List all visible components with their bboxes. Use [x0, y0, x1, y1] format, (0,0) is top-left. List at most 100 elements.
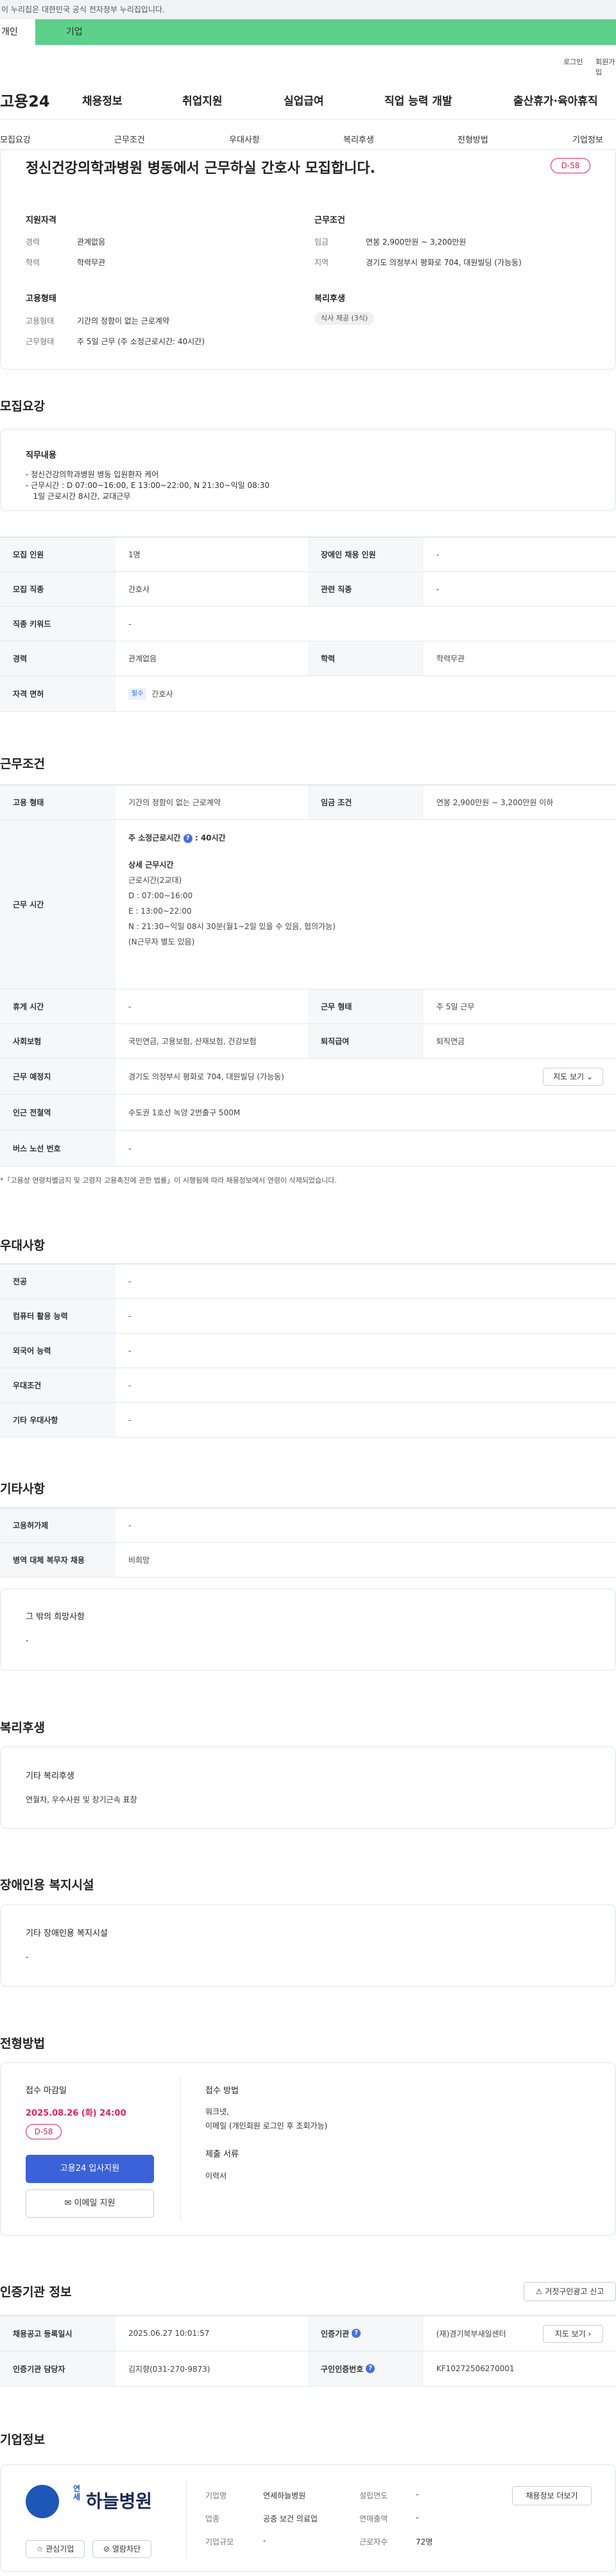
tab-company[interactable]: 기업: [35, 19, 616, 45]
mail-icon: ✉: [64, 2198, 72, 2208]
table-header: 경력: [0, 641, 116, 675]
table-cell: -: [128, 1415, 132, 1425]
welfare-box-title: 기타 복리후생: [26, 1771, 74, 1781]
table-row: 자격 면허 필수 간호사: [0, 676, 616, 712]
area-label: 지역: [314, 258, 329, 267]
table-row: 휴게 시간 - 근무 형태 주 5일 근무: [0, 989, 616, 1024]
chevron-right-icon: ›: [588, 2329, 592, 2338]
table-cell: 관계없음: [128, 654, 157, 663]
table-cell: -: [128, 1002, 132, 1011]
info-icon[interactable]: ?: [183, 833, 193, 843]
gnb-unemployment[interactable]: 실업급여: [284, 92, 324, 108]
table-row: 전공 -: [0, 1264, 616, 1299]
table-cell: 비희망: [128, 1556, 150, 1565]
table-header: 근무 시간: [0, 820, 116, 989]
table-header: 구인인증번호?: [308, 2351, 424, 2386]
deadline-value: 2025.08.26 (화) 24:00: [26, 2109, 126, 2118]
table-cell: 경기도 의정부시 평화로 704, 대원빌딩 (가능동): [128, 1072, 284, 1081]
gnb-parental-leave[interactable]: 출산휴가·육아휴직: [513, 92, 598, 108]
map-button[interactable]: 지도 보기 ⌄: [543, 1068, 603, 1086]
subnav-process[interactable]: 전형방법: [458, 133, 488, 145]
table-cell: 2025.06.27 10:01:57: [128, 2329, 210, 2338]
table-cell: 퇴직연금: [436, 1037, 465, 1046]
company-est-value: -: [416, 2490, 419, 2499]
favorite-company-button[interactable]: ☆ 관심기업: [26, 2540, 85, 2558]
section-etc: 기타사항: [0, 1482, 45, 1496]
page-title: 정신건강의학과병원 병동에서 근무하실 간호사 모집합니다.: [26, 161, 375, 177]
hours-main: 주 소정근로시간 ? : 40시간: [128, 833, 226, 843]
subnav-welfare[interactable]: 복리후생: [343, 133, 374, 145]
table-cell: 주 5일 근무: [436, 1002, 475, 1011]
subnav-preference[interactable]: 우대사항: [229, 133, 260, 145]
job-line-2: - 근무시간 : D 07:00~16:00, E 13:00~22:00, N…: [26, 481, 270, 490]
table-cell: 국민연금, 고용보험, 산재보험, 건강보험: [128, 1037, 257, 1046]
hours-detail-line: (N근무자 별도 있음): [128, 937, 195, 946]
hours-cell: 주 소정근로시간 ? : 40시간 상세 근무시간 근로시간(2교대) D : …: [128, 831, 603, 950]
etc-box-value: -: [26, 1636, 29, 1645]
table-header: 고용허가제: [0, 1508, 116, 1542]
table-header: 직종 키워드: [0, 607, 116, 641]
table-header: 모집 직종: [0, 572, 116, 606]
table-header: 학력: [308, 641, 424, 675]
email-apply-button[interactable]: ✉ 이메일 지원: [26, 2189, 154, 2218]
section-welfare: 복리후생: [0, 1721, 45, 1735]
disability-box-value: -: [26, 1953, 29, 1962]
block-view-button[interactable]: ⊘ 열람차단: [92, 2540, 151, 2558]
table-row: 병역 대체 복무자 채용 비희망: [0, 1543, 616, 1578]
recruit-table: 모집 인원 1명 장애인 채용 인원 - 모집 직종 간호사 관련 직종 - 직…: [0, 537, 616, 712]
table-cell: 수도권 1호선 녹양 2번출구 500M: [128, 1108, 241, 1117]
table-header: 버스 노선 번호: [0, 1131, 116, 1166]
hours-detail: 근로시간(2교대) D : 07:00~16:00 E : 13:00~22:0…: [128, 873, 603, 950]
tab-personal[interactable]: 개인: [0, 19, 35, 45]
table-cell: -: [128, 619, 132, 629]
table-cell: 1명: [128, 550, 141, 559]
emp-type-label: 고용형태: [26, 317, 55, 326]
info-icon[interactable]: ?: [352, 2329, 361, 2338]
table-row: 컴퓨터 활용 능력 -: [0, 1299, 616, 1334]
career-label: 경력: [26, 238, 40, 247]
gnb-training[interactable]: 직업 능력 개발: [384, 92, 452, 108]
agency-table: 채용공고 등록일시 2025.06.27 10:01:57 인증기관? (재)경…: [0, 2315, 616, 2387]
site-logo[interactable]: 고용24: [0, 89, 50, 111]
login-link[interactable]: 로그인: [563, 57, 583, 67]
subnav-recruit[interactable]: 모집요강: [0, 133, 31, 145]
work-form-value: 주 5일 근무 (주 소정근로시간: 40시간): [77, 337, 205, 346]
table-row: 근무 예정지 경기도 의정부시 평화로 704, 대원빌딩 (가능동) 지도 보…: [0, 1059, 616, 1095]
apply-button[interactable]: 고용24 입사지원: [26, 2155, 154, 2183]
disability-box: [0, 1904, 616, 1987]
etc-box: [0, 1588, 616, 1671]
table-header: 인근 전철역: [0, 1095, 116, 1130]
etc-box-title: 그 밖의 희망사항: [26, 1612, 85, 1622]
table-header: 자격 면허: [0, 676, 116, 711]
table-cell: -: [128, 1380, 132, 1390]
section-conditions: 근무조건: [0, 757, 45, 771]
section-company: 기업정보: [0, 2433, 45, 2447]
table-header: 컴퓨터 활용 능력: [0, 1299, 116, 1333]
join-link[interactable]: 회원가입: [595, 57, 616, 77]
agency-map-button[interactable]: 지도 보기 ›: [543, 2325, 603, 2343]
table-row: 우대조건 -: [0, 1368, 616, 1403]
subnav-conditions[interactable]: 근무조건: [114, 133, 145, 145]
gov-banner: 이 누리집은 대한민국 공식 전자정부 누리집입니다.: [0, 0, 616, 19]
wage-label: 임금: [314, 238, 329, 247]
welfare-title: 복리후생: [314, 294, 345, 304]
more-jobs-button[interactable]: 채용정보 더보기: [512, 2486, 592, 2505]
table-row: 인증기관 담당자 김지향(031-270-9873) 구인인증번호? KF102…: [0, 2351, 616, 2387]
hours-detail-line: 근로시간(2교대): [128, 876, 182, 885]
career-value: 관계없음: [77, 238, 106, 247]
subnav-company[interactable]: 기업정보: [572, 133, 603, 145]
table-row: 고용 형태 기간의 정함이 없는 근로계약 임금 조건 연봉 2,900만원 ~…: [0, 785, 616, 820]
company-emp-value: 72명: [416, 2537, 433, 2546]
info-icon[interactable]: ?: [366, 2364, 375, 2373]
gnb-employment-support[interactable]: 취업지원: [182, 92, 223, 108]
company-name-label: 기업명: [205, 2491, 227, 2500]
table-row: 경력 관계없음 학력 학력무관: [0, 641, 616, 676]
gnb-jobs[interactable]: 채용정보: [82, 92, 123, 108]
hours-detail-line: E : 13:00~22:00: [128, 907, 192, 916]
docs-label: 제출 서류: [205, 2150, 239, 2159]
table-header: 우대조건: [0, 1368, 116, 1402]
table-cell: -: [128, 1520, 132, 1530]
table-header: 휴게 시간: [0, 989, 116, 1023]
conditions-table: 고용 형태 기간의 정함이 없는 근로계약 임금 조건 연봉 2,900만원 ~…: [0, 785, 616, 1167]
report-button[interactable]: ⚠ 거짓구인광고 신고: [524, 2282, 616, 2301]
